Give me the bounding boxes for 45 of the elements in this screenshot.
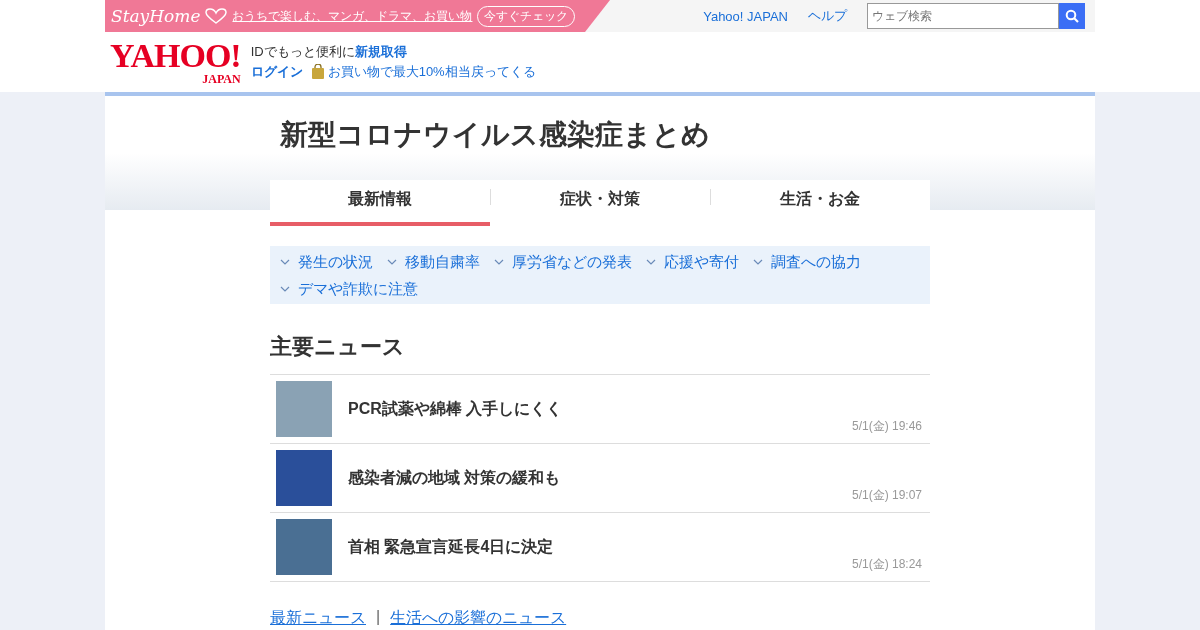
signup-prompt: IDでもっと便利に新規取得 xyxy=(250,43,408,61)
subnav-link[interactable]: 調査への協力 xyxy=(771,252,861,271)
points-link[interactable]: お買い物で最大10%相当戻ってくる xyxy=(327,63,536,81)
yahoo-logo[interactable]: YAHOO! xyxy=(110,39,241,73)
promo-text: おうちで楽しむ、マンガ、ドラマ、お買い物 xyxy=(232,7,473,25)
photo-placeholder[interactable] xyxy=(276,381,332,437)
tab[interactable]: 生活・お金 xyxy=(710,180,930,226)
search-button[interactable] xyxy=(1059,3,1085,29)
tab[interactable]: 最新情報 xyxy=(270,180,490,226)
header-link[interactable]: ヘルプ xyxy=(808,7,847,25)
chevron-down-icon xyxy=(280,258,290,265)
login-link[interactable]: ログイン xyxy=(250,63,303,81)
header-link[interactable]: Yahoo! JAPAN xyxy=(703,8,788,24)
news-headline[interactable]: 首相 緊急宣言延長4日に決定 xyxy=(348,536,554,558)
subnav-link[interactable]: デマや詐欺に注意 xyxy=(298,279,418,298)
subnav-link[interactable]: 発生の状況 xyxy=(298,252,373,271)
photo-placeholder[interactable] xyxy=(276,519,332,575)
news-headline[interactable]: 感染者減の地域 対策の緩和も xyxy=(348,467,561,489)
heart-icon xyxy=(205,8,228,24)
photo-placeholder[interactable] xyxy=(276,450,332,506)
signup-link[interactable]: 新規取得 xyxy=(354,44,407,59)
footer-link[interactable]: 最新ニュース xyxy=(270,608,366,629)
news-time: 5/1(金) 19:46 xyxy=(851,418,922,435)
chevron-down-icon xyxy=(646,258,656,265)
search-icon xyxy=(1065,9,1079,23)
subnav-link[interactable]: 厚労省などの発表 xyxy=(512,252,632,271)
chevron-down-icon xyxy=(494,258,504,265)
stayhome-logo: StayHome xyxy=(111,6,201,26)
subnav-link[interactable]: 移動自粛率 xyxy=(405,252,480,271)
tab[interactable]: 症状・対策 xyxy=(490,180,710,226)
news-time: 5/1(金) 19:07 xyxy=(851,487,922,504)
japan-logo-text: JAPAN xyxy=(202,73,241,85)
page-title: 新型コロナウイルス感染症まとめ xyxy=(280,118,710,152)
chevron-down-icon xyxy=(387,258,397,265)
link-separator: | xyxy=(376,608,381,627)
shopping-bag-icon xyxy=(310,64,325,80)
news-time: 5/1(金) 18:24 xyxy=(851,556,922,573)
footer-link[interactable]: 生活への影響のニュース xyxy=(390,608,567,629)
chevron-down-icon xyxy=(280,285,290,292)
promo-banner[interactable]: StayHome おうちで楽しむ、マンガ、ドラマ、お買い物 今すぐチェック xyxy=(105,0,610,32)
news-headline[interactable]: PCR試薬や綿棒 入手しにくく xyxy=(348,398,563,420)
subnav-link[interactable]: 応援や寄付 xyxy=(664,252,739,271)
search-field[interactable]: ウェブ検索 xyxy=(867,3,1059,29)
chevron-down-icon xyxy=(753,258,763,265)
section-title: 主要ニュース xyxy=(270,334,405,359)
